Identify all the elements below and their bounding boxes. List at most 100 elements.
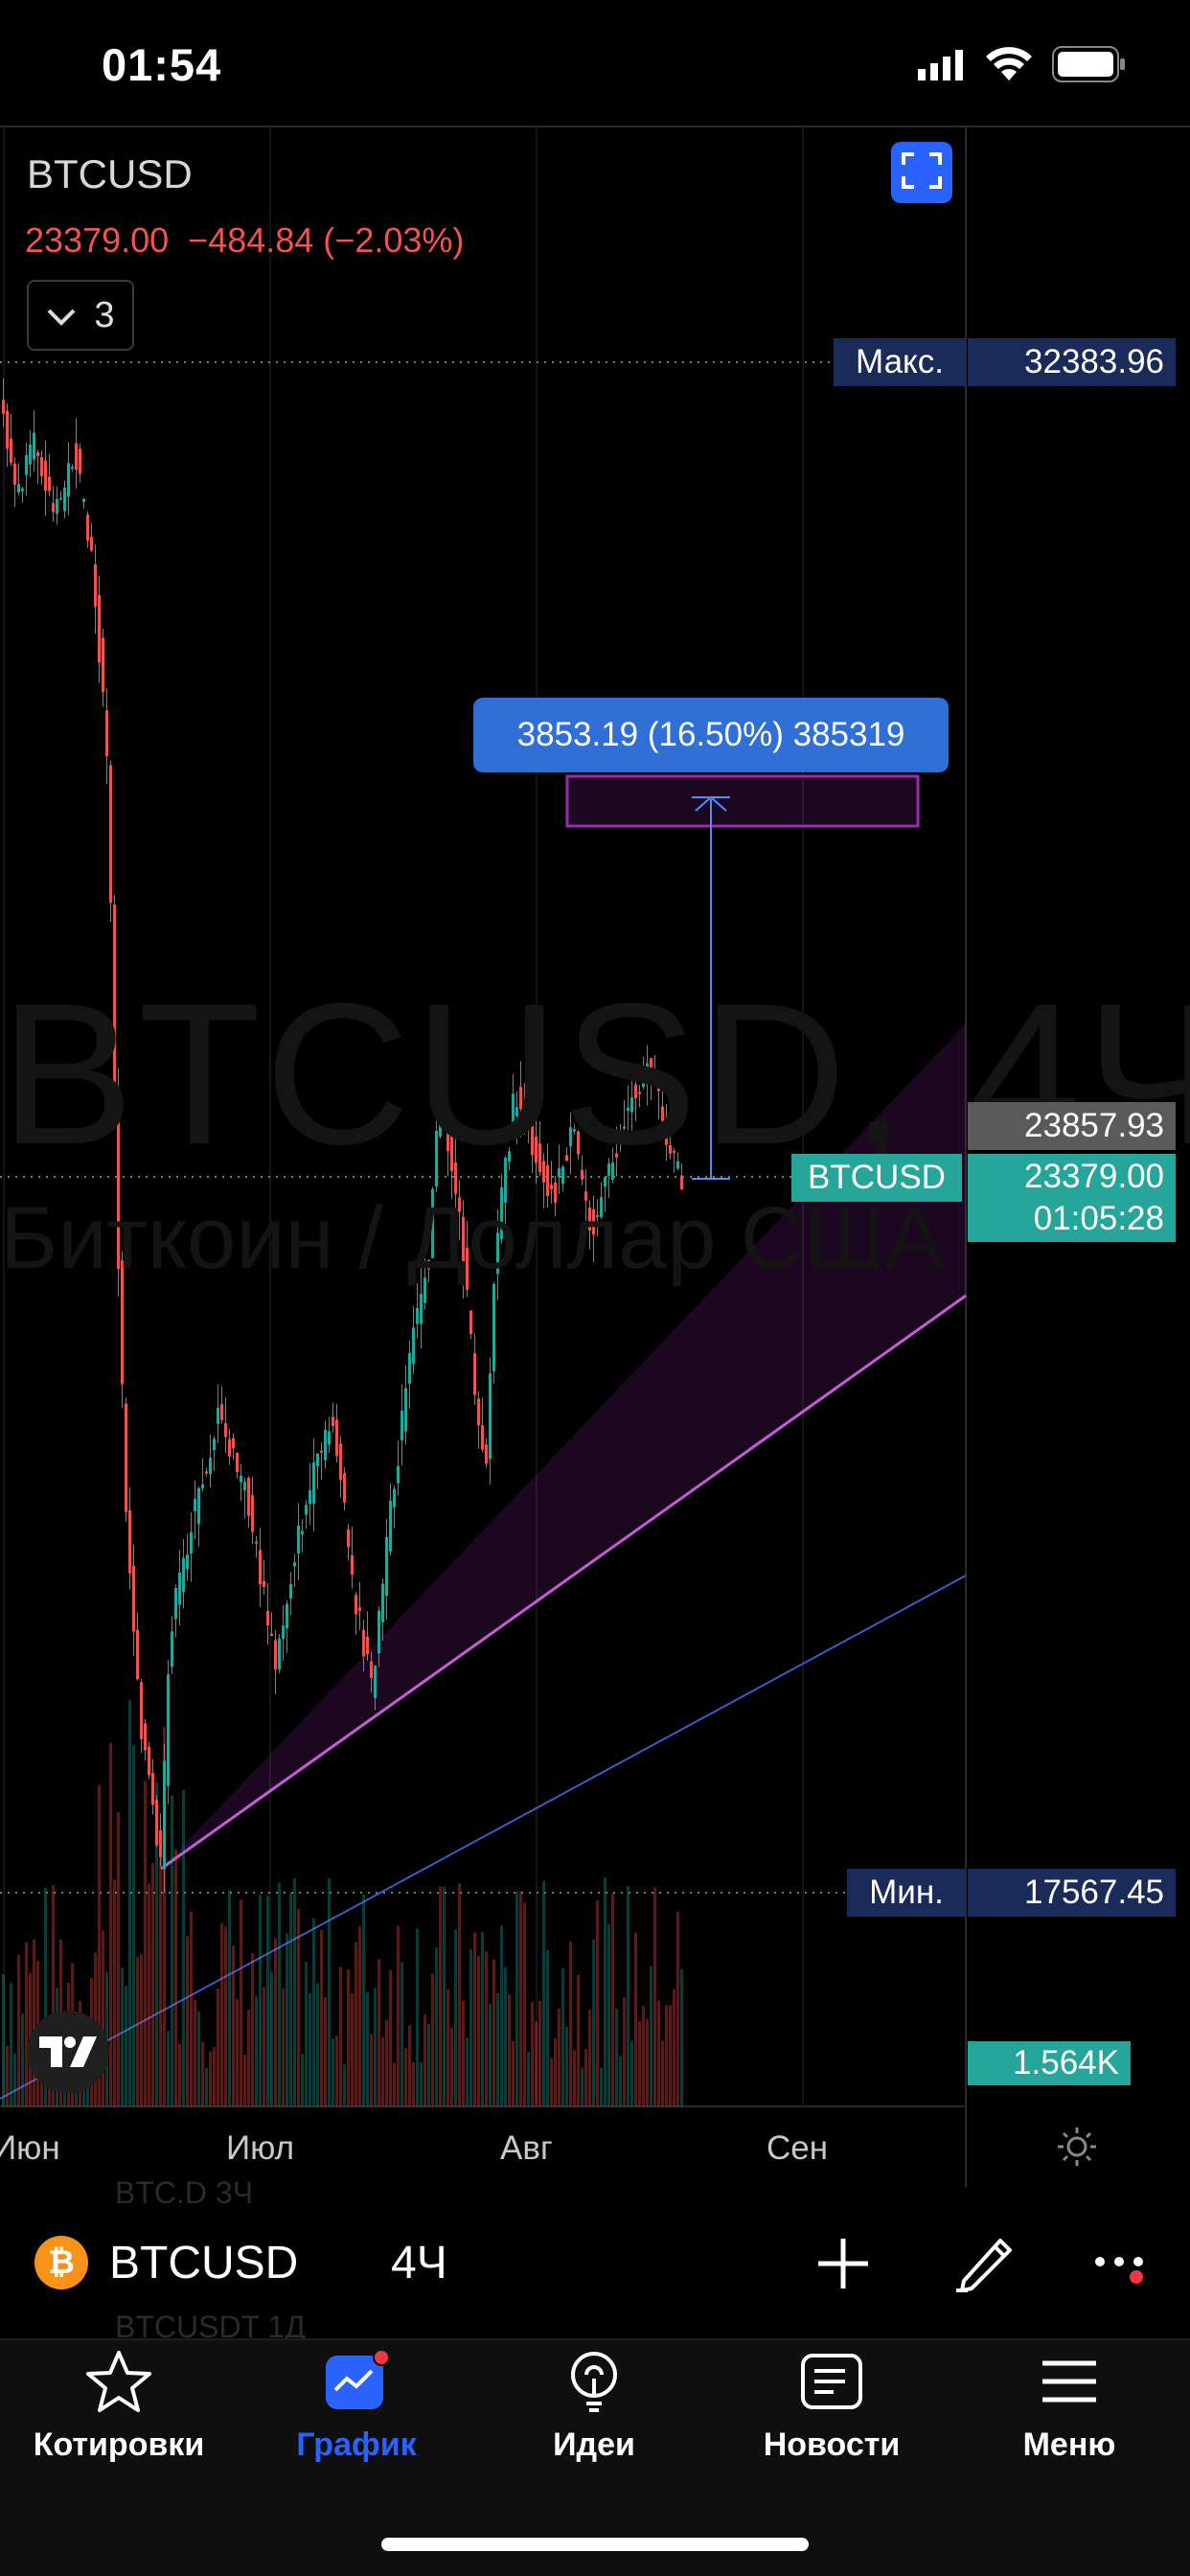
candle-body [492, 1283, 495, 1371]
volume-bar [588, 2009, 591, 2106]
volume-bar [504, 1966, 507, 2106]
candle-body [59, 497, 62, 500]
volume-bar [13, 2053, 16, 2106]
volume-bar [389, 1970, 392, 2106]
volume-bar [381, 2036, 384, 2106]
candle-body [393, 1488, 396, 1507]
candle-body [167, 1674, 170, 1786]
volume-bar [393, 2062, 396, 2106]
volume-bar [117, 1812, 120, 2106]
volume-bar [224, 1926, 227, 2106]
volume-bar [607, 1923, 610, 2106]
volume-bar [351, 1993, 354, 2106]
candle-body [232, 1438, 235, 1449]
candle-body [362, 1629, 365, 1657]
volume-bar [355, 1942, 357, 2106]
volume-bar [665, 2005, 668, 2106]
volume-bar [205, 2067, 208, 2106]
volume-bar [523, 1902, 526, 2106]
add-icon[interactable] [816, 2237, 870, 2295]
volume-bar [278, 1882, 281, 2106]
candle-body [485, 1444, 488, 1464]
volume-bar [435, 1947, 438, 2106]
volume-bar [305, 1962, 308, 2106]
drawing-pen-icon[interactable] [954, 2231, 1016, 2299]
candle-body [205, 1471, 208, 1474]
volume-bar [627, 1886, 629, 2106]
candle-body [98, 594, 101, 663]
fullscreen-button[interactable] [891, 142, 952, 203]
volume-bar [623, 1996, 626, 2106]
volume-bar [408, 2025, 411, 2106]
tab-quotes[interactable]: Котировки [0, 2350, 238, 2464]
volume-bar [228, 1889, 231, 2106]
volume-bar [182, 1789, 185, 2106]
volume-bar [209, 2051, 212, 2106]
indicators-toggle-button[interactable]: 3 [27, 280, 134, 351]
candle-body [144, 1723, 147, 1751]
candle-body [355, 1595, 357, 1615]
candle-body [209, 1458, 212, 1475]
tab-chart[interactable]: График [238, 2350, 475, 2464]
change-value: −484.84 (−2.03%) [188, 220, 465, 260]
volume-bar [2, 1973, 5, 2106]
candle-body [473, 1353, 476, 1395]
candle-body [75, 443, 78, 471]
volume-bar [673, 1989, 675, 2106]
tab-menu[interactable]: Меню [950, 2350, 1188, 2464]
volume-bar [420, 2062, 423, 2106]
volume-bar [33, 1939, 35, 2106]
candle-body [132, 1565, 135, 1632]
more-options-icon[interactable] [1092, 2254, 1154, 2289]
volume-bar [151, 1862, 154, 2106]
candle-body [109, 765, 112, 903]
volume-bar [289, 1893, 292, 2106]
measure-tool-label[interactable]: 3853.19 (16.50%) 385319 [473, 698, 949, 772]
volume-bar [121, 1967, 124, 2106]
candle-body [6, 410, 9, 449]
volume-bar [194, 1999, 196, 2106]
candle-body [163, 1760, 166, 1870]
candle-body [404, 1388, 407, 1432]
tab-label: График [296, 2426, 417, 2463]
candle-body [63, 487, 66, 512]
volume-bar [650, 1966, 652, 2106]
volume-bar [458, 1883, 461, 2106]
volume-bar [569, 1941, 572, 2106]
target-range-box [565, 774, 920, 828]
symbol-selector[interactable]: BTCUSD [109, 2237, 298, 2289]
candle-body [201, 1484, 204, 1489]
star-icon [86, 2351, 151, 2412]
volume-bar [473, 1932, 476, 2106]
volume-bar [477, 1955, 480, 2106]
volume-bar [270, 1972, 273, 2106]
settings-sun-icon[interactable] [1056, 2126, 1098, 2173]
interval-selector[interactable]: 4Ч [391, 2237, 447, 2289]
volume-bar [335, 2036, 338, 2106]
candle-body [190, 1531, 193, 1554]
tradingview-logo-icon[interactable] [27, 2011, 109, 2093]
volume-bar [140, 1954, 143, 2106]
candle-body [236, 1452, 239, 1473]
chart-icon [326, 2350, 390, 2409]
candle-body [102, 637, 104, 693]
volume-bar [148, 1883, 150, 2106]
candle-body [286, 1603, 288, 1629]
volume-bar [255, 1995, 258, 2106]
candle-body [335, 1419, 338, 1457]
volume-bar [558, 2009, 561, 2106]
volume-bar [404, 2048, 407, 2106]
volume-bar [17, 1955, 20, 2106]
prev-close-tag: 23857.93 [968, 1102, 1176, 1150]
candle-body [136, 1629, 139, 1680]
tab-ideas[interactable]: Идеи [475, 2350, 713, 2464]
volume-bar [550, 2058, 553, 2106]
candle-body [385, 1536, 388, 1597]
tab-news[interactable]: Новости [713, 2350, 950, 2464]
volume-bar [201, 2041, 204, 2106]
volume-bar [274, 1938, 277, 2106]
volume-bar [263, 1987, 265, 2106]
candle-body [251, 1495, 254, 1532]
volume-bar [293, 1878, 296, 2106]
bitcoin-icon: ₿ [34, 2236, 88, 2289]
